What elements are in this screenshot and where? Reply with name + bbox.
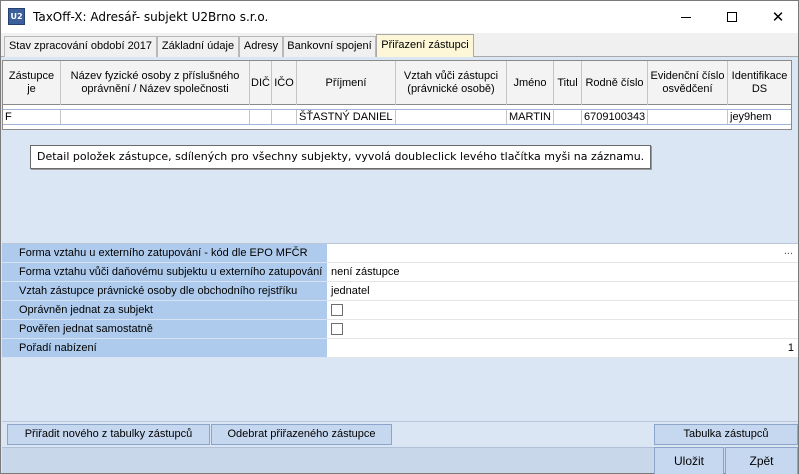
cell-dic[interactable] [250, 110, 272, 124]
property-row: Forma vztahu vůči daňovému subjektu u ex… [2, 263, 798, 282]
offer-order-value: 1 [787, 342, 794, 354]
dialog-button-bar: Uložit Zpět [2, 447, 798, 474]
property-row: Oprávněn jednat za subjekt [2, 301, 798, 320]
application-window: U2 TaxOff-X: Adresář- subjekt U2Brno s.r… [0, 0, 799, 474]
tab-assigned-representatives[interactable]: Přiřazení zástupci [376, 34, 474, 57]
property-label-independent: Pověřen jednat samostatně [2, 320, 327, 339]
property-grid: Forma vztahu u externího zatupování - kó… [2, 243, 798, 358]
column-header-representative-type[interactable]: Zástupce je [3, 61, 61, 105]
representatives-panel: Zástupce je Název fyzické osoby z příslu… [1, 57, 798, 474]
column-header-ds-id[interactable]: Identifikace DS [728, 61, 791, 105]
ellipsis-button[interactable]: ... [784, 242, 793, 260]
cell-name[interactable] [61, 110, 250, 124]
back-button[interactable]: Zpět [725, 447, 798, 474]
column-header-ico[interactable]: IČO [272, 61, 297, 105]
cell-relation[interactable] [396, 110, 507, 124]
property-value-offer-order[interactable]: 1 [327, 339, 798, 358]
property-value-commercial-register[interactable]: jednatel [327, 282, 798, 301]
hint-tooltip: Detail položek zástupce, sdílených pro v… [30, 145, 652, 169]
cell-certificate-number[interactable] [648, 110, 728, 124]
tab-bank-details[interactable]: Bankovní spojení [283, 36, 376, 57]
property-label-commercial-register: Vztah zástupce právnické osoby dle obcho… [2, 282, 327, 301]
action-bar: Přiřadit nového z tabulky zástupců Odebr… [2, 421, 798, 447]
property-label-authorized: Oprávněn jednat za subjekt [2, 301, 327, 320]
tab-strip: Stav zpracování období 2017 Základní úda… [1, 33, 798, 57]
property-row: Forma vztahu u externího zatupování - kó… [2, 244, 798, 263]
property-row: Vztah zástupce právnické osoby dle obcho… [2, 282, 798, 301]
maximize-button[interactable] [709, 1, 755, 33]
minimize-icon [681, 16, 691, 18]
minimize-button[interactable] [663, 1, 709, 33]
tab-basic-info[interactable]: Základní údaje [157, 36, 239, 57]
close-button[interactable]: ✕ [755, 1, 799, 33]
column-header-dic[interactable]: DIČ [250, 61, 272, 105]
column-header-first-name[interactable]: Jméno [507, 61, 554, 105]
tab-processing-status[interactable]: Stav zpracování období 2017 [4, 36, 157, 57]
grid-header: Zástupce je Název fyzické osoby z příslu… [3, 61, 791, 105]
column-header-birth-number[interactable]: Rodně číslo [582, 61, 648, 105]
app-icon: U2 [8, 8, 25, 25]
cell-first-name[interactable]: MARTIN [507, 110, 554, 124]
property-value-independent [327, 320, 798, 339]
property-value-epo-code[interactable]: ... [327, 244, 798, 263]
column-header-surname[interactable]: Příjmení [297, 61, 396, 105]
column-header-certificate-number[interactable]: Evidenční číslo osvědčení [648, 61, 728, 105]
close-icon: ✕ [771, 7, 785, 26]
cell-representative-type[interactable]: F [3, 110, 61, 124]
column-header-name[interactable]: Název fyzické osoby z příslušného oprávn… [61, 61, 250, 105]
property-label-relation-form: Forma vztahu vůči daňovému subjektu u ex… [2, 263, 327, 282]
cell-ico[interactable] [272, 110, 297, 124]
authorized-checkbox[interactable] [331, 304, 343, 316]
representatives-table-button[interactable]: Tabulka zástupců [654, 424, 798, 445]
title-bar[interactable]: U2 TaxOff-X: Adresář- subjekt U2Brno s.r… [1, 1, 798, 33]
property-row: Pověřen jednat samostatně [2, 320, 798, 339]
column-header-title[interactable]: Titul [554, 61, 582, 105]
property-label-offer-order: Pořadí nabízení [2, 339, 327, 358]
cell-ds-id[interactable]: jey9hem [728, 110, 791, 124]
property-value-authorized [327, 301, 798, 320]
cell-birth-number[interactable]: 6709100343 [582, 110, 648, 124]
property-value-relation-form[interactable]: není zástupce [327, 263, 798, 282]
save-button[interactable]: Uložit [654, 447, 724, 474]
representatives-grid[interactable]: Zástupce je Název fyzické osoby z příslu… [2, 60, 792, 130]
maximize-icon [727, 12, 737, 22]
remove-assigned-button[interactable]: Odebrat přiřazeného zástupce [211, 424, 392, 445]
property-row: Pořadí nabízení 1 [2, 339, 798, 358]
column-header-relation[interactable]: Vztah vůči zástupci (právnické osobě) [396, 61, 507, 105]
property-label-epo-code: Forma vztahu u externího zatupování - kó… [2, 244, 327, 263]
independent-checkbox[interactable] [331, 323, 343, 335]
tab-addresses[interactable]: Adresy [239, 36, 283, 57]
cell-title[interactable] [554, 110, 582, 124]
window-title: TaxOff-X: Adresář- subjekt U2Brno s.r.o. [33, 10, 269, 24]
cell-surname[interactable]: ŠŤASTNÝ DANIEL [297, 110, 396, 124]
assign-new-button[interactable]: Přiřadit nového z tabulky zástupců [7, 424, 210, 445]
table-row[interactable]: F ŠŤASTNÝ DANIEL MARTIN 6709100343 jey9h… [3, 109, 791, 125]
